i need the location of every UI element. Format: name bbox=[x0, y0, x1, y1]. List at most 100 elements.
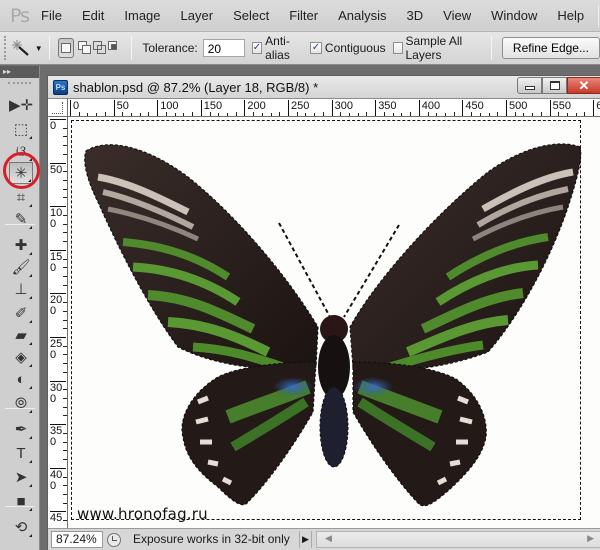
crop-tool[interactable]: ⌗ bbox=[9, 186, 33, 208]
checkbox-checked-icon: ✓ bbox=[309, 42, 322, 54]
vruler-label: 200 bbox=[50, 293, 66, 317]
rectangular-marquee-tool[interactable]: ⬚ bbox=[9, 118, 33, 140]
hruler-tick bbox=[174, 113, 176, 116]
dodge-tool[interactable]: ⦾ bbox=[9, 392, 33, 414]
hruler-tick bbox=[192, 112, 194, 116]
hruler-tick bbox=[218, 113, 220, 116]
eyedropper-tool[interactable]: ✎ bbox=[9, 208, 33, 230]
tool-preset-picker[interactable]: ▼ bbox=[11, 35, 43, 61]
menu-image[interactable]: Image bbox=[114, 0, 170, 32]
paint-bucket-icon: ◈ bbox=[15, 349, 27, 366]
intersect-selection-icon-part bbox=[111, 44, 118, 50]
menu-select[interactable]: Select bbox=[223, 0, 279, 32]
move-tool[interactable]: ▶✛ bbox=[9, 94, 33, 116]
checkbox-checked-icon: ✓ bbox=[251, 42, 263, 54]
menu-window[interactable]: Window bbox=[481, 0, 547, 32]
vruler-tick bbox=[63, 267, 67, 269]
paint-bucket-tool[interactable]: ◈ bbox=[9, 346, 33, 368]
clone-stamp-tool[interactable]: ⊥ bbox=[9, 278, 33, 300]
spot-healing-brush-icon: ✚ bbox=[14, 237, 28, 254]
history-brush-tool[interactable]: ✐ bbox=[9, 302, 33, 324]
menu-file[interactable]: File bbox=[29, 0, 72, 32]
hruler-tick bbox=[305, 113, 307, 116]
rectangular-marquee-icon: ⬚ bbox=[13, 121, 29, 138]
contiguous-checkbox[interactable]: ✓ Contiguous bbox=[309, 41, 386, 55]
horizontal-scrollbar[interactable]: ◀ ▶ bbox=[316, 531, 600, 548]
add-to-selection-button[interactable] bbox=[78, 41, 91, 55]
menu-separator bbox=[598, 4, 600, 27]
vruler-tick bbox=[63, 319, 67, 321]
close-button[interactable]: ✕ bbox=[567, 77, 600, 94]
hruler-tick bbox=[209, 112, 211, 116]
document-tab[interactable]: Ps shablon.psd @ 87.2% (Layer 18, RGB/8)… bbox=[48, 76, 600, 98]
maximize-button[interactable] bbox=[542, 77, 567, 94]
vruler-tick bbox=[63, 415, 67, 417]
menu-filter[interactable]: Filter bbox=[279, 0, 328, 32]
rectangle-tool[interactable]: ■ bbox=[9, 490, 33, 512]
hruler-tick bbox=[87, 113, 89, 116]
document-canvas[interactable]: www.hronofag.ru bbox=[68, 117, 600, 528]
anti-alias-checkbox[interactable]: ✓ Anti-alias bbox=[251, 34, 303, 62]
vruler-tick bbox=[63, 520, 67, 522]
hruler-tick bbox=[479, 113, 481, 116]
menu-layer[interactable]: Layer bbox=[171, 0, 224, 32]
hruler-tick bbox=[165, 112, 167, 116]
eraser-tool[interactable]: ▰ bbox=[9, 324, 33, 346]
status-info-icon[interactable] bbox=[107, 532, 121, 547]
vertical-ruler[interactable]: 0 50 100 150 200 250 300 350 400 45 bbox=[48, 117, 68, 528]
menu-3d[interactable]: 3D bbox=[397, 0, 434, 32]
scroll-right-icon[interactable]: ▶ bbox=[587, 533, 594, 544]
menu-help[interactable]: Help bbox=[547, 0, 594, 32]
hruler-tick bbox=[523, 113, 525, 116]
new-selection-button[interactable] bbox=[57, 38, 74, 58]
pen-icon: ✒ bbox=[14, 421, 28, 438]
vruler-tick bbox=[63, 493, 67, 495]
tools-panel-collapse-button[interactable]: ▸▸ bbox=[0, 66, 39, 78]
hruler-tick bbox=[383, 112, 385, 116]
type-tool[interactable]: T bbox=[9, 442, 33, 464]
intersect-selection-button[interactable] bbox=[108, 41, 119, 55]
hruler-tick bbox=[514, 112, 516, 116]
vruler-tick bbox=[63, 223, 67, 225]
options-bar: ▼ Tolerance: ✓ Anti-alias ✓ Contiguous S… bbox=[0, 32, 600, 65]
document-title: shablon.psd @ 87.2% (Layer 18, RGB/8) * bbox=[73, 79, 319, 95]
menu-edit[interactable]: Edit bbox=[72, 0, 114, 32]
vruler-tick bbox=[63, 476, 67, 478]
vruler-tick bbox=[63, 432, 67, 434]
menu-bar: Ps File Edit Image Layer Select Filter A… bbox=[0, 0, 600, 32]
vruler-label: 400 bbox=[50, 467, 66, 492]
pen-tool[interactable]: ✒ bbox=[9, 418, 33, 440]
blur-tool[interactable]: ◐ bbox=[9, 368, 33, 390]
sample-all-layers-checkbox[interactable]: Sample All Layers bbox=[392, 34, 481, 62]
minimize-button[interactable] bbox=[517, 77, 542, 94]
3d-rotate-tool[interactable]: ⟲ bbox=[9, 516, 33, 538]
menu-view[interactable]: View bbox=[433, 0, 481, 32]
hruler-tick bbox=[540, 112, 542, 116]
close-icon: ✕ bbox=[578, 77, 590, 93]
lasso-tool[interactable]: ଓ bbox=[9, 140, 33, 162]
magic-wand-tool[interactable]: ✳ bbox=[9, 162, 33, 184]
horizontal-ruler[interactable]: 0501001502002503003504004505005506 bbox=[68, 98, 600, 117]
refine-edge-button[interactable]: Refine Edge... bbox=[501, 37, 600, 59]
ruler-origin[interactable] bbox=[48, 98, 68, 117]
options-bar-grip[interactable] bbox=[4, 36, 11, 60]
minimize-icon bbox=[524, 85, 535, 90]
vruler-tick bbox=[63, 127, 67, 129]
magic-wand-icon bbox=[11, 40, 29, 56]
status-menu-arrow-button[interactable]: ▶ bbox=[299, 531, 312, 548]
hruler-tick bbox=[148, 112, 150, 116]
tolerance-input[interactable] bbox=[202, 39, 245, 57]
scroll-left-icon[interactable]: ◀ bbox=[325, 533, 332, 544]
brush-tool[interactable]: 🖌 bbox=[9, 256, 33, 278]
zoom-level-field[interactable]: 87.24% bbox=[51, 531, 103, 548]
tools-separator bbox=[5, 408, 35, 409]
marching-ants-selection bbox=[71, 120, 581, 520]
subtract-from-selection-button[interactable] bbox=[93, 41, 107, 55]
tools-panel-grip[interactable] bbox=[8, 82, 31, 88]
path-selection-tool[interactable]: ➤ bbox=[9, 466, 33, 488]
hruler-tick bbox=[401, 113, 403, 116]
spot-healing-brush-tool[interactable]: ✚ bbox=[9, 234, 33, 256]
vruler-label: 300 bbox=[50, 380, 66, 405]
menu-analysis[interactable]: Analysis bbox=[328, 0, 396, 32]
vruler-tick bbox=[63, 153, 67, 155]
